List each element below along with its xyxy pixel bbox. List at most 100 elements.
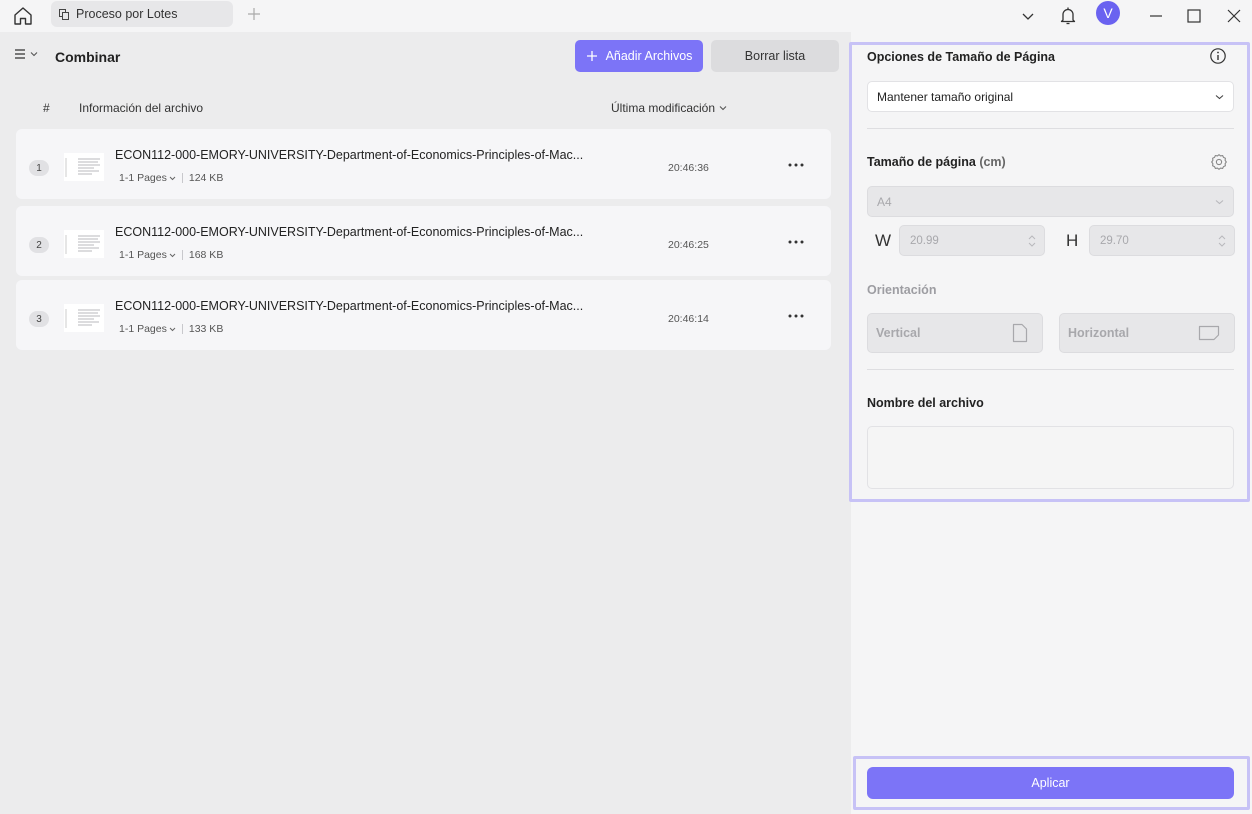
chevron-down-icon [30, 52, 38, 57]
stepper-icon [1218, 234, 1226, 247]
home-button[interactable] [10, 3, 36, 29]
file-size: 124 KB [188, 172, 224, 184]
avatar[interactable]: V [1096, 1, 1120, 25]
paper-size-value: A4 [877, 194, 892, 209]
filename-input[interactable] [867, 426, 1234, 489]
orientation-title: Orientación [867, 283, 937, 297]
size-mode-value: Mantener tamaño original [877, 89, 1014, 104]
menu-button[interactable] [14, 48, 38, 60]
page-size-label: Tamaño de página [867, 155, 976, 169]
page-range-label: 1-1 Pages [119, 249, 167, 261]
landscape-page-icon [1198, 325, 1220, 341]
maximize-button[interactable] [1181, 3, 1207, 29]
table-row[interactable]: 2 ECON112-000-EMORY-UNIVERSITY-Departmen… [16, 206, 831, 276]
file-modified-time: 20:46:14 [668, 313, 709, 325]
divider [867, 369, 1234, 370]
more-horizontal-icon [788, 163, 804, 167]
close-icon [1227, 9, 1241, 23]
gear-icon [1211, 154, 1227, 170]
minimize-icon [1150, 15, 1162, 17]
file-size: 133 KB [188, 323, 224, 335]
batch-icon [59, 8, 69, 20]
add-files-button[interactable]: Añadir Archivos [575, 40, 703, 72]
more-horizontal-icon [788, 240, 804, 244]
page-range-label: 1-1 Pages [119, 172, 167, 184]
row-number: 1 [29, 160, 49, 176]
file-thumbnail [64, 153, 104, 181]
new-tab-button[interactable] [244, 4, 264, 24]
page-size-unit: (cm) [979, 155, 1006, 169]
column-header-modified-label: Última modificación [611, 101, 716, 115]
file-modified-time: 20:46:25 [668, 239, 709, 251]
divider [867, 128, 1234, 129]
page-title: Combinar [55, 49, 121, 65]
chevron-down-icon [169, 327, 176, 331]
column-header-info: Información del archivo [79, 101, 204, 115]
file-modified-time: 20:46:36 [668, 162, 709, 174]
chevron-down-icon [169, 176, 176, 180]
info-icon [1210, 48, 1226, 64]
column-header-number: # [43, 101, 50, 115]
apply-button[interactable]: Aplicar [867, 767, 1234, 799]
size-options-title: Opciones de Tamaño de Página [867, 50, 1056, 64]
vertical-label: Vertical [876, 326, 921, 340]
row-number: 3 [29, 311, 49, 327]
stepper-icon [1028, 234, 1036, 247]
page-range-dropdown[interactable]: 1-1 Pages [119, 172, 176, 184]
size-mode-select[interactable]: Mantener tamaño original [867, 81, 1234, 112]
file-name: ECON112-000-EMORY-UNIVERSITY-Department-… [115, 225, 584, 239]
height-input[interactable]: 29.70 [1089, 225, 1235, 256]
hamburger-icon [15, 49, 25, 59]
table-row[interactable]: 1 ECON112-000-EMORY-UNIVERSITY-Departmen… [16, 129, 831, 199]
column-header-modified[interactable]: Última modificación [611, 101, 727, 115]
chevron-down-icon [1215, 199, 1224, 204]
chevron-down-icon [1022, 13, 1034, 20]
clear-list-button[interactable]: Borrar lista [711, 40, 839, 72]
file-thumbnail [64, 304, 104, 332]
notifications-button[interactable] [1055, 3, 1081, 29]
more-horizontal-icon [788, 314, 804, 318]
file-size: 168 KB [188, 249, 224, 261]
plus-icon [248, 8, 260, 20]
chevron-down-icon [1215, 94, 1224, 99]
divider [181, 324, 183, 334]
paper-size-select[interactable]: A4 [867, 186, 1234, 217]
close-button[interactable] [1221, 3, 1247, 29]
divider [181, 250, 183, 260]
tab-batch-process[interactable]: Proceso por Lotes [51, 1, 233, 27]
page-range-label: 1-1 Pages [119, 323, 167, 335]
page-size-title: Tamaño de página (cm) [867, 155, 1006, 169]
orientation-horizontal-button[interactable]: Horizontal [1059, 313, 1235, 353]
file-meta: 1-1 Pages 168 KB [119, 249, 223, 261]
filename-title: Nombre del archivo [867, 396, 984, 410]
home-icon [14, 7, 32, 25]
width-input[interactable]: 20.99 [899, 225, 1045, 256]
file-list-area: Combinar Añadir Archivos Borrar lista # … [0, 32, 847, 814]
orientation-vertical-button[interactable]: Vertical [867, 313, 1043, 353]
file-meta: 1-1 Pages 133 KB [119, 323, 223, 335]
page-size-settings-button[interactable] [1209, 152, 1229, 172]
page-range-dropdown[interactable]: 1-1 Pages [119, 323, 176, 335]
row-number: 2 [29, 237, 49, 253]
title-bar: Proceso por Lotes V [0, 0, 1252, 32]
settings-panel: Opciones de Tamaño de Página Mantener ta… [849, 32, 1252, 814]
add-files-label: Añadir Archivos [605, 49, 693, 63]
page-range-dropdown[interactable]: 1-1 Pages [119, 249, 176, 261]
bell-icon [1060, 7, 1076, 25]
file-name: ECON112-000-EMORY-UNIVERSITY-Department-… [115, 148, 584, 162]
portrait-page-icon [1012, 323, 1028, 343]
more-options-button[interactable] [784, 232, 808, 252]
table-row[interactable]: 3 ECON112-000-EMORY-UNIVERSITY-Departmen… [16, 280, 831, 350]
chevron-down-icon [169, 253, 176, 257]
info-button[interactable] [1209, 47, 1227, 65]
file-name: ECON112-000-EMORY-UNIVERSITY-Department-… [115, 299, 584, 313]
height-value: 29.70 [1100, 234, 1129, 247]
chevron-down-icon [719, 106, 727, 111]
more-options-button[interactable] [784, 155, 808, 175]
dropdown-button[interactable] [1015, 3, 1041, 29]
divider [181, 173, 183, 183]
tab-label: Proceso por Lotes [76, 7, 178, 21]
horizontal-label: Horizontal [1068, 326, 1130, 340]
minimize-button[interactable] [1143, 3, 1169, 29]
more-options-button[interactable] [784, 306, 808, 326]
